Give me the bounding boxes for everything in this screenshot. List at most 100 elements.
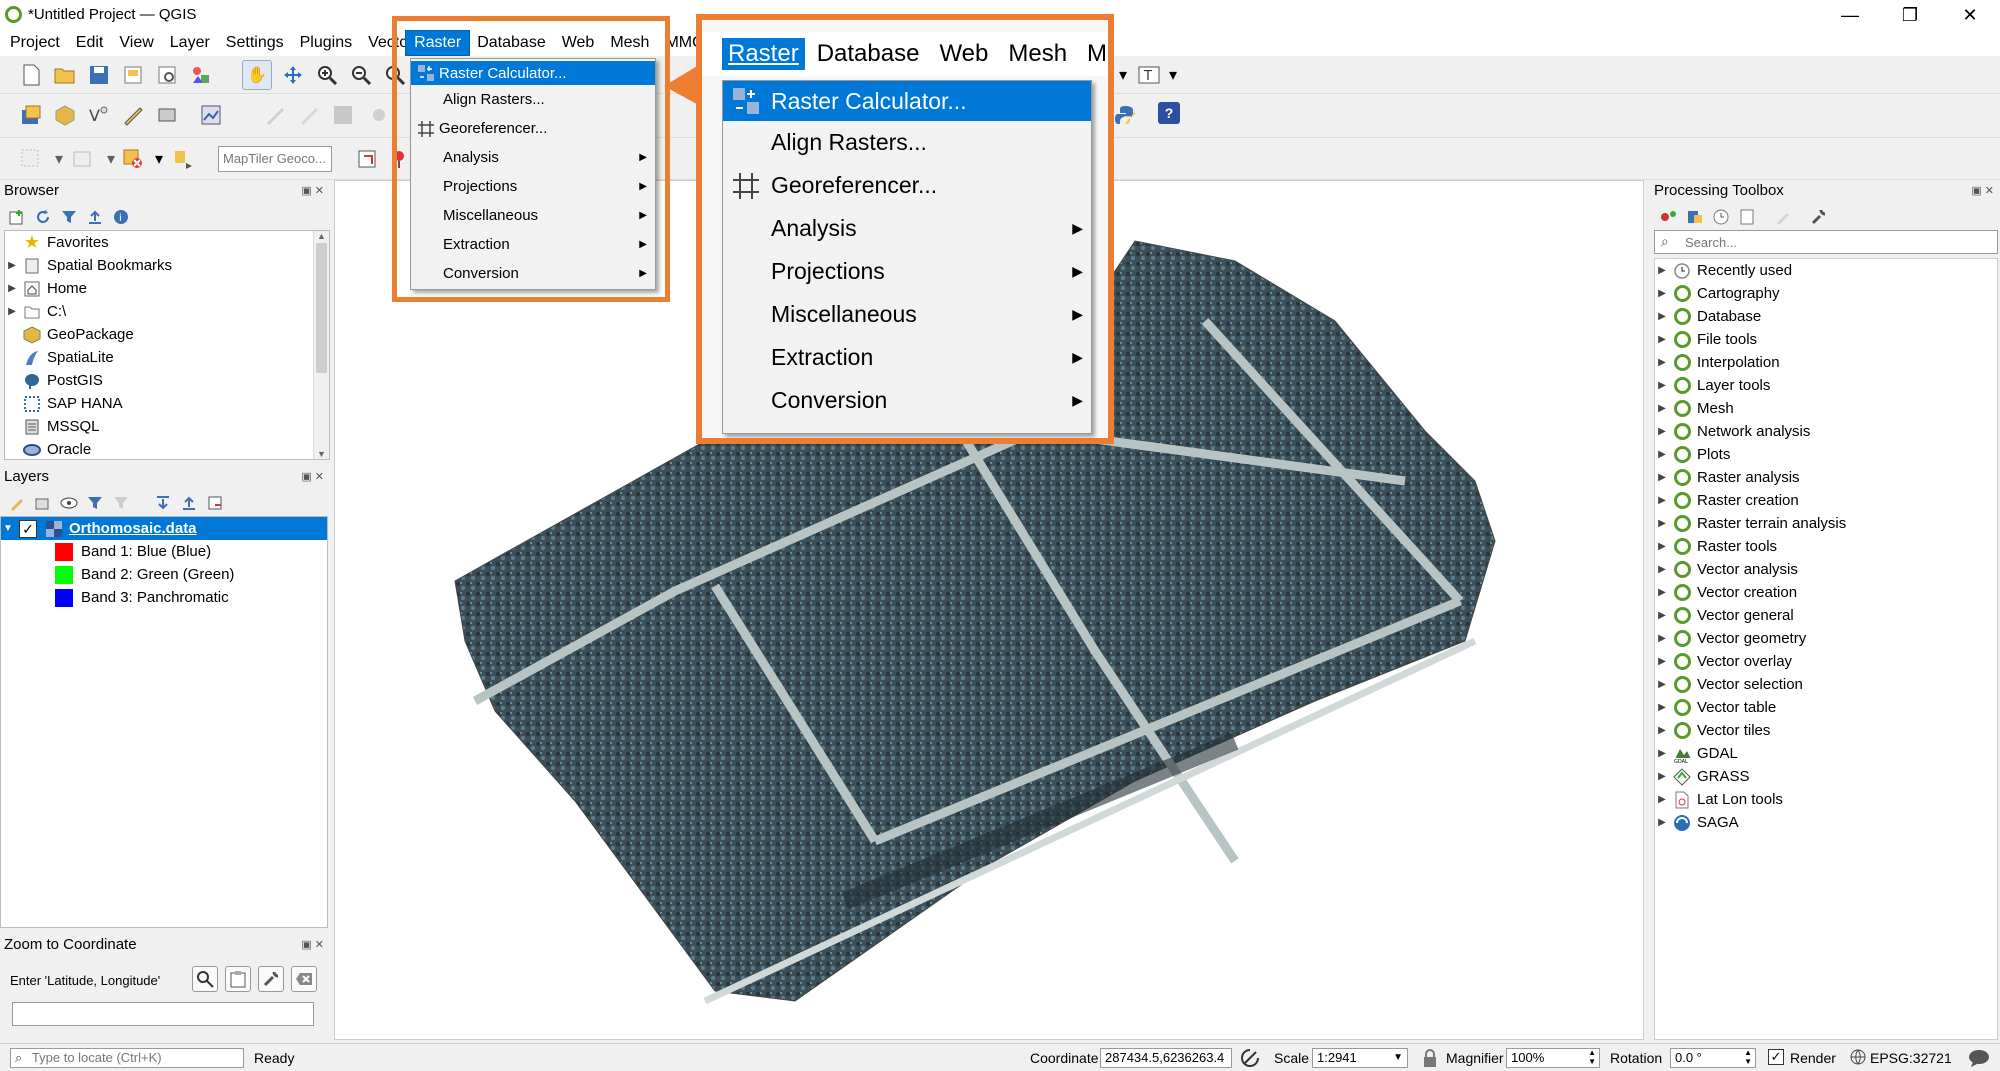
zoom-panel-float-close-icon[interactable]: ▣ ✕ — [301, 938, 324, 951]
zoomed-item-projections[interactable]: Projections ▶ — [723, 250, 1091, 293]
new-geopackage-layer-icon[interactable] — [52, 102, 78, 128]
remove-layer-icon[interactable] — [202, 490, 228, 516]
browser-item-mssql[interactable]: MSSQL — [5, 415, 329, 438]
toolbox-item-database[interactable]: ▶ Database — [1655, 305, 1997, 328]
menu-item-raster-calculator[interactable]: Raster Calculator... — [411, 61, 655, 85]
layer-item-orthomosaic[interactable]: ▼ ✓ Orthomosaic.data — [1, 517, 327, 540]
select-dropdown-icon[interactable]: ▾ — [46, 146, 72, 172]
options-wrench-icon[interactable] — [1806, 204, 1832, 230]
zoomed-menu-raster[interactable]: Raster — [722, 38, 805, 70]
add-feature-icon[interactable] — [366, 102, 392, 128]
expand-arrow-icon[interactable]: ▶ — [1655, 397, 1669, 420]
expand-arrow-icon[interactable]: ▶ — [1655, 466, 1669, 489]
browser-item-sap-hana[interactable]: SAP HANA — [5, 392, 329, 415]
menu-settings[interactable]: Settings — [218, 31, 292, 55]
toolbox-item-raster-analysis[interactable]: ▶ Raster analysis — [1655, 466, 1997, 489]
edit-pencil-icon[interactable] — [262, 102, 288, 128]
zoomed-item-miscellaneous[interactable]: Miscellaneous ▶ — [723, 293, 1091, 336]
zoomed-menu-m[interactable]: M — [1087, 40, 1107, 68]
select-features-icon[interactable] — [18, 146, 44, 172]
zoomed-item-raster-calculator[interactable]: Raster Calculator... — [723, 81, 1091, 121]
magnifier-spinbox[interactable]: 100% ▲ ▼ — [1506, 1048, 1600, 1068]
menu-view[interactable]: View — [111, 31, 161, 55]
expand-arrow-icon[interactable]: ▶ — [1655, 765, 1669, 788]
toolbox-item-grass[interactable]: ▶ GRASS — [1655, 765, 1997, 788]
expand-arrow-icon[interactable]: ▶ — [1655, 558, 1669, 581]
expand-all-icon[interactable] — [150, 490, 176, 516]
deselect-all-icon[interactable] — [120, 146, 146, 172]
toggle-editing-icon[interactable] — [296, 102, 322, 128]
menu-layer[interactable]: Layer — [162, 31, 218, 55]
locator-search-field[interactable]: MapTiler Geoco... — [218, 146, 332, 172]
menu-item-extraction[interactable]: Extraction ▶ — [411, 230, 655, 259]
browser-item-c-drive[interactable]: ▶ C:\ — [5, 300, 329, 323]
toolbox-item-gdal[interactable]: ▶ GDAL GDAL — [1655, 742, 1997, 765]
toolbox-float-close-icon[interactable]: ▣ ✕ — [1971, 184, 1994, 197]
browser-item-spatialite[interactable]: SpatiaLite — [5, 346, 329, 369]
scripts-icon[interactable] — [1682, 204, 1708, 230]
zoomed-item-extraction[interactable]: Extraction ▶ — [723, 336, 1091, 379]
toolbox-item-network-analysis[interactable]: ▶ Network analysis — [1655, 420, 1997, 443]
open-project-icon[interactable] — [52, 62, 78, 88]
browser-item-favorites[interactable]: ★ Favorites — [5, 231, 329, 254]
manage-map-themes-icon[interactable] — [56, 490, 82, 516]
browser-item-postgis[interactable]: PostGIS — [5, 369, 329, 392]
add-wms-layer-icon[interactable] — [198, 102, 224, 128]
browser-item-spatial-bookmarks[interactable]: ▶ Spatial Bookmarks — [5, 254, 329, 277]
digitize-icon[interactable] — [120, 102, 146, 128]
locator-input[interactable]: ⌕ Type to locate (Ctrl+K) — [10, 1048, 244, 1068]
expand-arrow-icon[interactable]: ▶ — [1655, 420, 1669, 443]
add-group-icon[interactable] — [30, 490, 56, 516]
browser-scrollbar[interactable]: ▲ ▼ — [313, 231, 329, 459]
zoom-out-icon[interactable] — [348, 62, 374, 88]
zoomed-item-conversion[interactable]: Conversion ▶ — [723, 379, 1091, 422]
help-icon[interactable]: ? — [1158, 102, 1180, 124]
toolbox-item-vector-selection[interactable]: ▶ Vector selection — [1655, 673, 1997, 696]
paste-coordinate-icon[interactable] — [225, 966, 251, 992]
menu-item-projections[interactable]: Projections ▶ — [411, 172, 655, 201]
layer-visibility-checkbox[interactable]: ✓ — [19, 519, 37, 538]
browser-item-oracle[interactable]: Oracle — [5, 438, 329, 459]
expand-arrow-icon[interactable]: ▶ — [1655, 259, 1669, 282]
new-print-layout-icon[interactable] — [120, 62, 146, 88]
results-viewer-icon[interactable] — [1734, 204, 1760, 230]
refresh-icon[interactable] — [30, 204, 56, 230]
restore-button[interactable]: ❐ — [1880, 0, 1940, 30]
style-manager-icon[interactable] — [188, 62, 214, 88]
data-source-manager-icon[interactable] — [18, 102, 44, 128]
toolbox-item-raster-creation[interactable]: ▶ Raster creation — [1655, 489, 1997, 512]
add-selected-layers-icon[interactable] — [4, 204, 30, 230]
expand-arrow-icon[interactable]: ▶ — [1655, 282, 1669, 305]
expand-arrow-icon[interactable]: ▶ — [1655, 328, 1669, 351]
rotation-spinbox[interactable]: 0.0 ° ▲ ▼ — [1670, 1048, 1756, 1068]
toolbox-search-field[interactable]: ⌕ Search... — [1654, 230, 1998, 254]
expand-arrow-icon[interactable]: ▶ — [1655, 443, 1669, 466]
open-attribute-table-icon[interactable] — [170, 146, 196, 172]
new-shapefile-layer-icon[interactable]: V — [86, 102, 112, 128]
toolbox-item-recently-used[interactable]: ▶ Recently used — [1655, 259, 1997, 282]
expand-arrow-icon[interactable]: ▶ — [1655, 650, 1669, 673]
pan-to-selection-icon[interactable] — [280, 62, 306, 88]
expand-arrow-icon[interactable]: ▶ — [1655, 512, 1669, 535]
deselect-dropdown-icon[interactable]: ▾ — [146, 146, 172, 172]
toolbox-item-layer-tools[interactable]: ▶ Layer tools — [1655, 374, 1997, 397]
expand-arrow-icon[interactable]: ▶ — [5, 277, 19, 300]
expand-arrow-icon[interactable]: ▶ — [1655, 788, 1669, 811]
collapse-all-layers-icon[interactable] — [176, 490, 202, 516]
toolbox-item-mesh[interactable]: ▶ Mesh — [1655, 397, 1997, 420]
coordinate-field[interactable]: 287434.5,6236263.4 — [1100, 1048, 1232, 1068]
toolbox-item-lat-lon-tools[interactable]: ▶ Lat Lon tools — [1655, 788, 1997, 811]
zoomed-menu-database[interactable]: Database — [817, 40, 920, 68]
new-project-icon[interactable] — [18, 62, 44, 88]
python-console-icon[interactable] — [1112, 102, 1138, 128]
toolbox-item-vector-table[interactable]: ▶ Vector table — [1655, 696, 1997, 719]
crs-label[interactable]: EPSG:32721 — [1870, 1050, 1952, 1066]
expand-arrow-icon[interactable]: ▶ — [1655, 351, 1669, 374]
scale-combo[interactable]: 1:2941 ▼ — [1312, 1048, 1408, 1068]
expand-arrow-icon[interactable]: ▶ — [1655, 581, 1669, 604]
zoom-to-coordinate-icon[interactable] — [192, 966, 218, 992]
messages-icon[interactable] — [1968, 1048, 1990, 1071]
menu-item-analysis[interactable]: Analysis ▶ — [411, 143, 655, 172]
layout-manager-icon[interactable] — [154, 62, 180, 88]
toolbox-item-file-tools[interactable]: ▶ File tools — [1655, 328, 1997, 351]
